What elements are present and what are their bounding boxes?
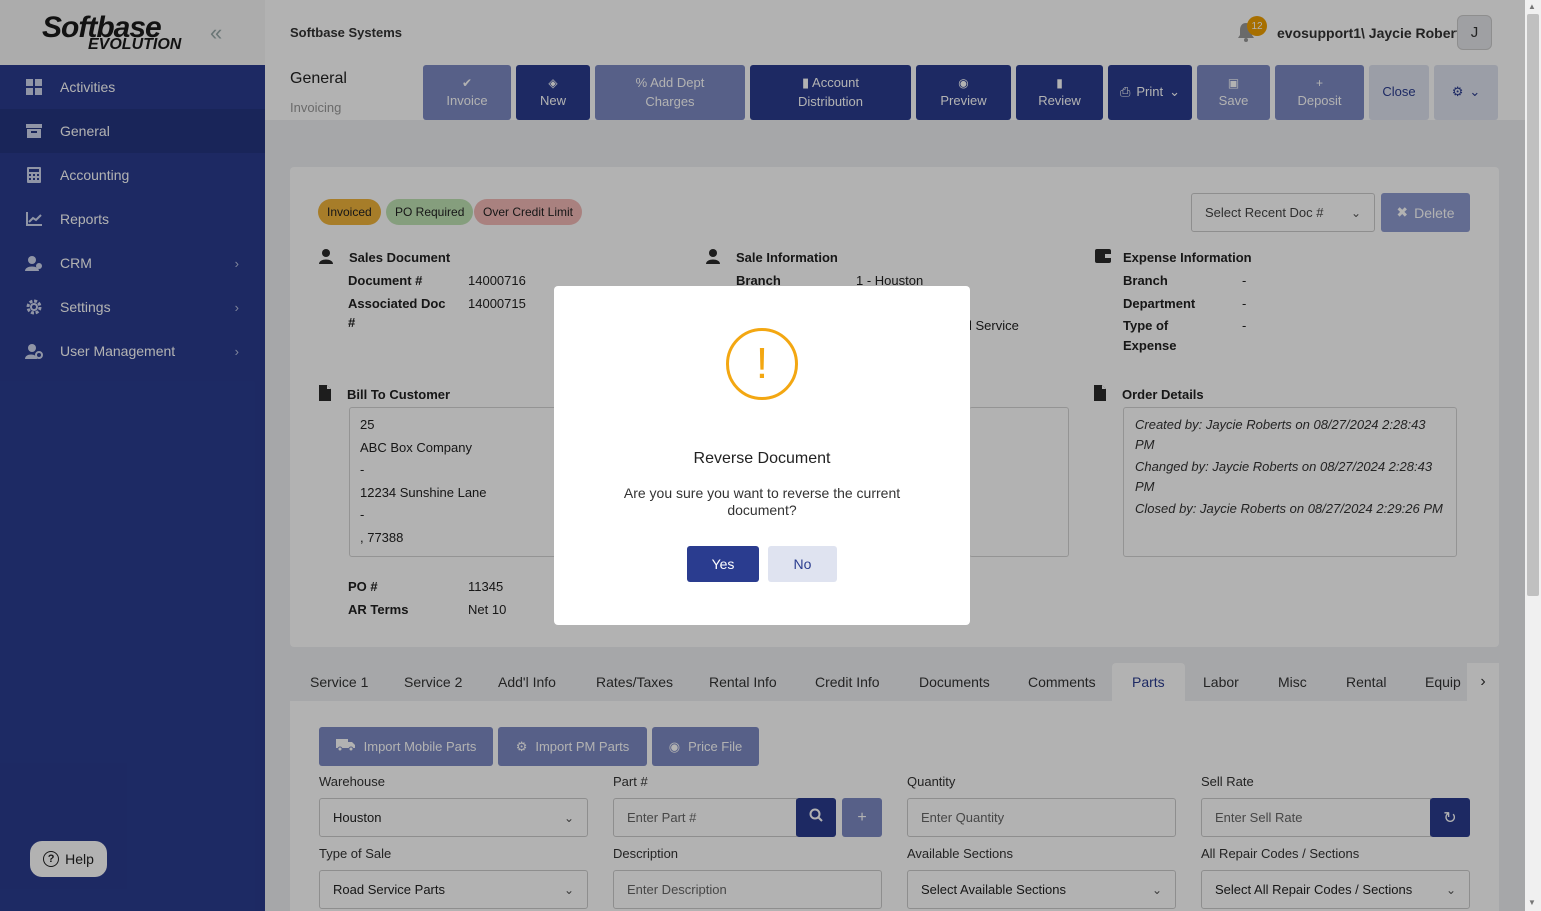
dialog-title: Reverse Document <box>693 450 831 467</box>
exclamation-icon: ! <box>726 328 798 400</box>
dialog-message: Are you sure you want to reverse the cur… <box>623 485 901 518</box>
yes-button[interactable]: Yes <box>687 546 759 582</box>
reverse-document-dialog: ! Reverse Document Are you sure you want… <box>554 286 970 625</box>
no-button[interactable]: No <box>768 546 837 582</box>
scroll-down-icon[interactable]: ▼ <box>1528 898 1536 907</box>
scroll-up-icon[interactable]: ▲ <box>1528 2 1536 11</box>
scrollbar-thumb[interactable] <box>1527 14 1539 596</box>
